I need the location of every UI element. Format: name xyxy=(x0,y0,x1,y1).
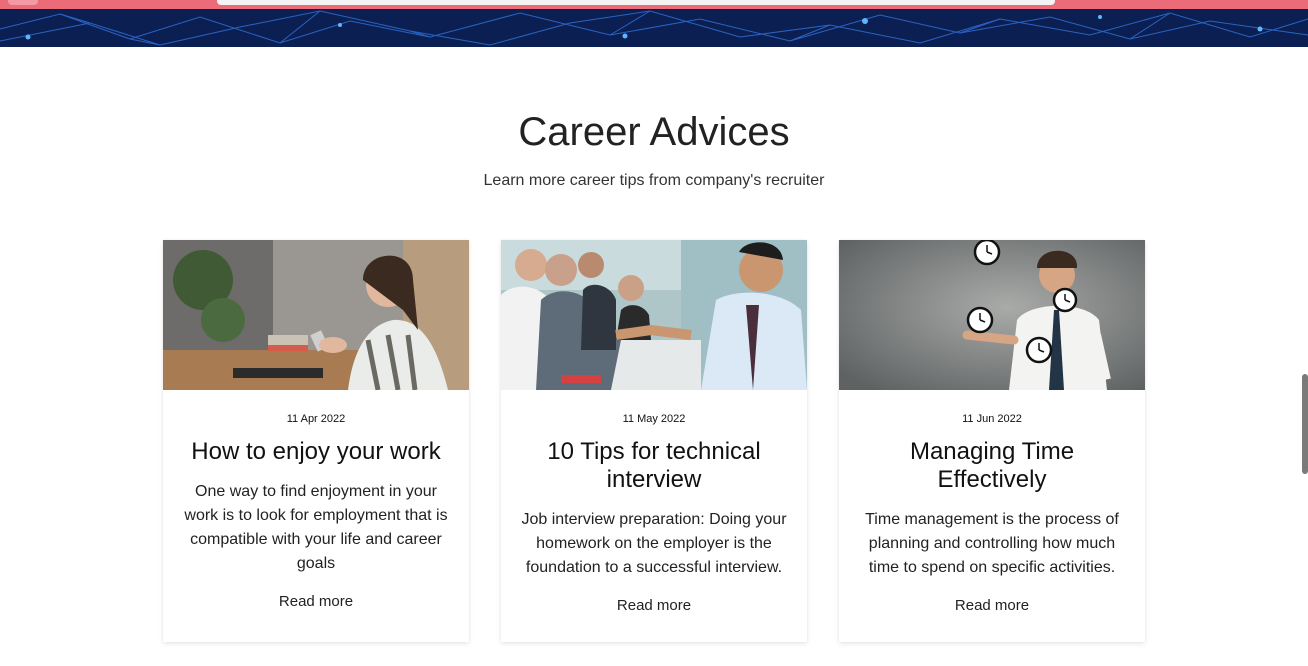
article-thumbnail[interactable] xyxy=(501,240,807,390)
network-pattern-graphic xyxy=(0,10,1308,46)
article-excerpt: Time management is the process of planni… xyxy=(865,511,1119,576)
article-thumbnail[interactable] xyxy=(163,240,469,390)
article-date: 11 Apr 2022 xyxy=(286,413,346,425)
article-card: 11 May 2022 10 Tips for technical interv… xyxy=(501,240,807,642)
article-title[interactable]: Managing Time Effectively xyxy=(855,438,1129,494)
article-excerpt: One way to find enjoyment in your work i… xyxy=(184,483,448,572)
read-more-link[interactable]: Read more xyxy=(501,597,807,614)
top-header-bar xyxy=(0,0,1308,9)
article-date: 11 May 2022 xyxy=(622,413,686,425)
menu-button[interactable] xyxy=(8,0,38,5)
scrollbar-thumb[interactable] xyxy=(1302,374,1308,474)
article-excerpt: Job interview preparation: Doing your ho… xyxy=(521,511,787,576)
read-more-link[interactable]: Read more xyxy=(163,593,469,610)
article-thumbnail[interactable] xyxy=(839,240,1145,390)
search-input[interactable] xyxy=(217,0,1055,5)
read-more-link[interactable]: Read more xyxy=(839,597,1145,614)
article-title[interactable]: 10 Tips for technical interview xyxy=(517,438,791,494)
article-card: 11 Jun 2022 Managing Time Effectively Ti… xyxy=(839,240,1145,642)
network-banner xyxy=(0,9,1308,47)
article-date: 11 Jun 2022 xyxy=(962,413,1022,425)
article-card: 11 Apr 2022 How to enjoy your work One w… xyxy=(163,240,469,642)
article-title[interactable]: How to enjoy your work xyxy=(179,438,453,466)
section-subtitle: Learn more career tips from company's re… xyxy=(483,172,825,189)
section-title: Career Advices xyxy=(518,110,790,154)
